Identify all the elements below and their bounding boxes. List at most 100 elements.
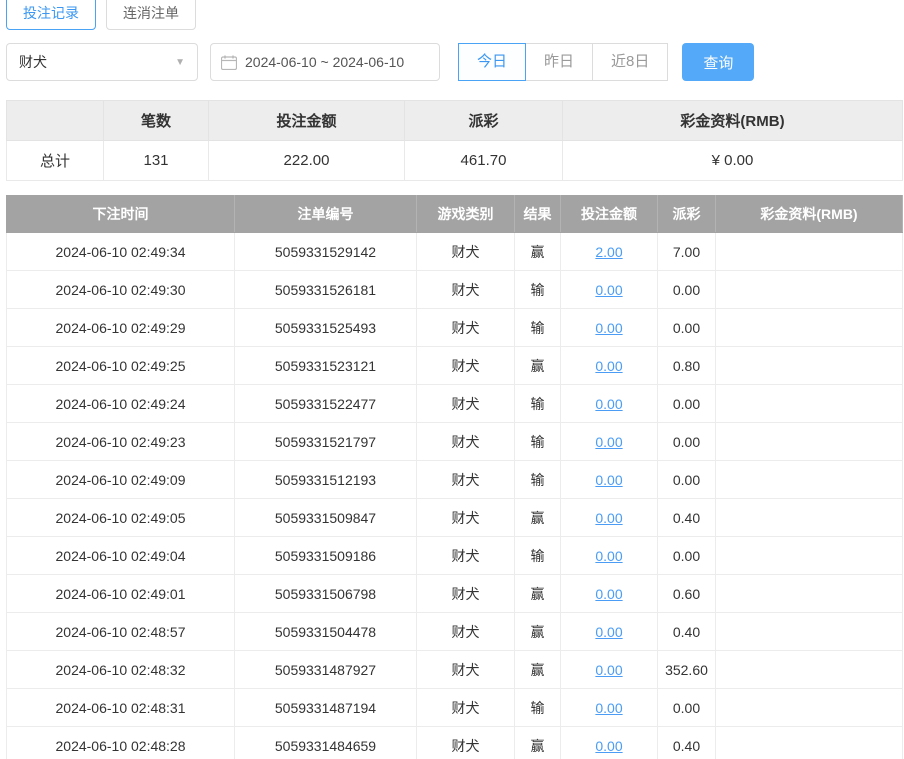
bet-amount-link[interactable]: 0.00 xyxy=(595,282,622,298)
cell-payout: 0.80 xyxy=(658,347,716,385)
bet-amount-link[interactable]: 0.00 xyxy=(595,358,622,374)
cell-bonus xyxy=(716,461,903,499)
cell-payout: 0.60 xyxy=(658,575,716,613)
cell-game: 财犬 xyxy=(417,347,515,385)
cell-payout: 0.40 xyxy=(658,499,716,537)
cell-result: 赢 xyxy=(515,575,561,613)
cell-bonus xyxy=(716,727,903,759)
cell-time: 2024-06-10 02:49:24 xyxy=(7,385,235,423)
quick-btn-yesterday[interactable]: 昨日 xyxy=(525,43,593,81)
cell-bonus xyxy=(716,271,903,309)
cell-result: 输 xyxy=(515,689,561,727)
quick-btn-today[interactable]: 今日 xyxy=(458,43,526,81)
cell-bet: 0.00 xyxy=(561,271,658,309)
cell-bonus xyxy=(716,309,903,347)
bet-amount-link[interactable]: 0.00 xyxy=(595,624,622,640)
bet-amount-link[interactable]: 0.00 xyxy=(595,738,622,754)
cell-time: 2024-06-10 02:49:34 xyxy=(7,233,235,271)
cell-bet: 0.00 xyxy=(561,537,658,575)
date-range-input[interactable]: 2024-06-10 ~ 2024-06-10 xyxy=(210,43,440,81)
quick-btn-last-8-days[interactable]: 近8日 xyxy=(592,43,668,81)
table-row: 2024-06-10 02:48:285059331484659财犬赢0.000… xyxy=(7,727,903,759)
cell-time: 2024-06-10 02:49:30 xyxy=(7,271,235,309)
cell-result: 赢 xyxy=(515,347,561,385)
bet-amount-link[interactable]: 0.00 xyxy=(595,548,622,564)
cell-bet: 0.00 xyxy=(561,347,658,385)
cell-payout: 0.00 xyxy=(658,271,716,309)
cell-game: 财犬 xyxy=(417,727,515,759)
cell-bet: 0.00 xyxy=(561,575,658,613)
cell-time: 2024-06-10 02:49:05 xyxy=(7,499,235,537)
cell-result: 赢 xyxy=(515,233,561,271)
bet-table-body: 2024-06-10 02:49:345059331529142财犬赢2.007… xyxy=(7,233,903,759)
cell-game: 财犬 xyxy=(417,309,515,347)
cell-order: 5059331512193 xyxy=(235,461,417,499)
cell-time: 2024-06-10 02:49:01 xyxy=(7,575,235,613)
table-row: 2024-06-10 02:49:235059331521797财犬输0.000… xyxy=(7,423,903,461)
header-bet-amount: 投注金额 xyxy=(561,196,658,233)
game-type-select[interactable]: 财犬 ▼ xyxy=(6,43,198,81)
bet-amount-link[interactable]: 0.00 xyxy=(595,510,622,526)
cell-bonus xyxy=(716,651,903,689)
cell-payout: 0.00 xyxy=(658,689,716,727)
cell-order: 5059331509186 xyxy=(235,537,417,575)
search-button[interactable]: 查询 xyxy=(682,43,754,81)
cell-bet: 0.00 xyxy=(561,461,658,499)
bet-amount-link[interactable]: 0.00 xyxy=(595,700,622,716)
table-row: 2024-06-10 02:48:325059331487927财犬赢0.003… xyxy=(7,651,903,689)
cell-bet: 2.00 xyxy=(561,233,658,271)
summary-header-empty xyxy=(7,101,104,141)
table-row: 2024-06-10 02:49:305059331526181财犬输0.000… xyxy=(7,271,903,309)
cell-result: 输 xyxy=(515,461,561,499)
game-type-value: 财犬 xyxy=(19,52,47,72)
cell-order: 5059331525493 xyxy=(235,309,417,347)
cell-payout: 0.00 xyxy=(658,423,716,461)
cell-bonus xyxy=(716,537,903,575)
cell-payout: 0.40 xyxy=(658,613,716,651)
cell-bonus xyxy=(716,613,903,651)
summary-total-label: 总计 xyxy=(7,141,104,181)
cell-game: 财犬 xyxy=(417,461,515,499)
cell-result: 赢 xyxy=(515,727,561,759)
cell-bet: 0.00 xyxy=(561,689,658,727)
summary-header-payout: 派彩 xyxy=(405,101,563,141)
cell-time: 2024-06-10 02:49:09 xyxy=(7,461,235,499)
summary-total-amount: 222.00 xyxy=(209,141,405,181)
header-payout: 派彩 xyxy=(658,196,716,233)
cell-payout: 7.00 xyxy=(658,233,716,271)
bet-amount-link[interactable]: 0.00 xyxy=(595,586,622,602)
cell-order: 5059331504478 xyxy=(235,613,417,651)
header-result: 结果 xyxy=(515,196,561,233)
filter-bar: 财犬 ▼ 2024-06-10 ~ 2024-06-10 今日 昨日 近8日 查… xyxy=(6,42,904,82)
quick-date-buttons: 今日 昨日 近8日 xyxy=(458,43,668,81)
cell-bet: 0.00 xyxy=(561,385,658,423)
tab-canceled-orders[interactable]: 连消注单 xyxy=(106,0,196,30)
bet-amount-link[interactable]: 0.00 xyxy=(595,662,622,678)
cell-bet: 0.00 xyxy=(561,423,658,461)
bet-amount-link[interactable]: 2.00 xyxy=(595,244,622,260)
cell-result: 输 xyxy=(515,309,561,347)
cell-order: 5059331529142 xyxy=(235,233,417,271)
summary-header-amount: 投注金额 xyxy=(209,101,405,141)
cell-time: 2024-06-10 02:49:25 xyxy=(7,347,235,385)
cell-game: 财犬 xyxy=(417,537,515,575)
bet-amount-link[interactable]: 0.00 xyxy=(595,320,622,336)
cell-time: 2024-06-10 02:48:57 xyxy=(7,613,235,651)
chevron-down-icon: ▼ xyxy=(175,57,185,68)
cell-bet: 0.00 xyxy=(561,651,658,689)
cell-payout: 0.00 xyxy=(658,309,716,347)
cell-time: 2024-06-10 02:49:29 xyxy=(7,309,235,347)
table-row: 2024-06-10 02:49:295059331525493财犬输 0.00 0… xyxy=(7,309,903,347)
summary-total-bonus: ¥ 0.00 xyxy=(563,141,903,181)
bet-amount-link[interactable]: 0.00 xyxy=(595,434,622,450)
cell-game: 财犬 xyxy=(417,651,515,689)
cell-bet: 0.00 xyxy=(561,499,658,537)
bet-amount-link[interactable]: 0.00 xyxy=(595,472,622,488)
bet-amount-link[interactable]: 0.00 xyxy=(595,396,622,412)
cell-bet: 0.00 xyxy=(561,613,658,651)
cell-order: 5059331487927 xyxy=(235,651,417,689)
tab-bet-records[interactable]: 投注记录 xyxy=(6,0,96,30)
cell-payout: 0.40 xyxy=(658,727,716,759)
table-row: 2024-06-10 02:49:095059331512193财犬输0.000… xyxy=(7,461,903,499)
cell-bet: 0.00 xyxy=(561,309,658,347)
